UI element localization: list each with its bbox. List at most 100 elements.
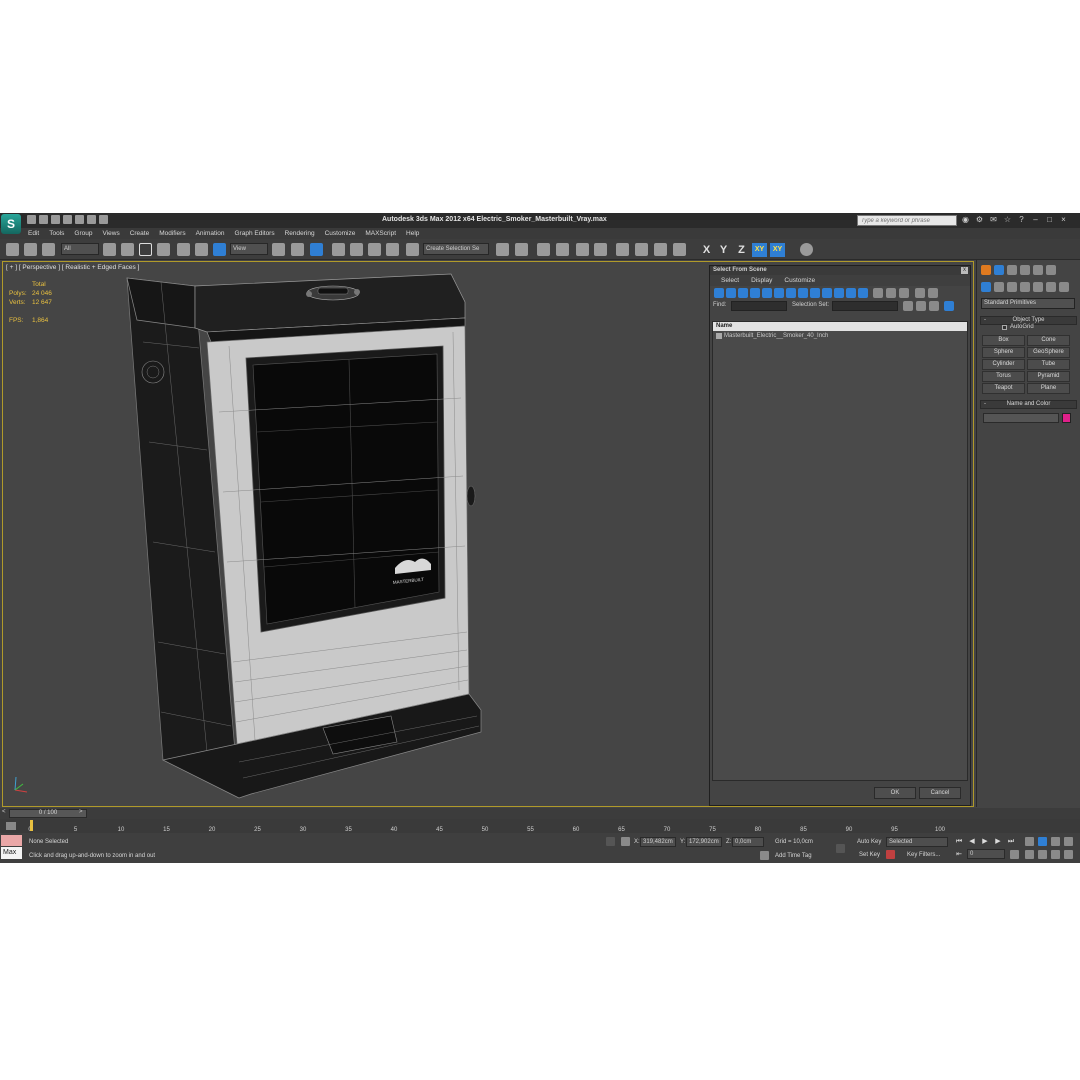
menu-views[interactable]: Views [102,229,119,238]
dialog-title[interactable]: Select From Scene [710,266,970,275]
key-filters-button[interactable]: Key Filters... [907,852,940,858]
lights-category-icon[interactable] [1007,282,1017,292]
align-icon[interactable] [515,243,528,256]
close-icon[interactable]: × [1059,215,1068,224]
selection-set-apply-icon[interactable] [944,301,954,311]
display-invert-icon[interactable] [886,288,896,298]
percent-snap-icon[interactable] [368,243,381,256]
filter-icon[interactable] [915,288,925,298]
set-key-icon[interactable] [836,844,845,853]
key-mode-toggle-icon[interactable]: ⇤ [954,850,964,859]
maxscript-listener-output[interactable] [1,835,22,846]
binoculars-icon[interactable]: ◉ [961,215,970,224]
render-setup-icon[interactable] [635,243,648,256]
axis-x-button[interactable]: X [699,243,714,257]
autogrid-checkbox[interactable]: AutoGrid [1002,324,1034,330]
utilities-tab-icon[interactable] [1046,265,1056,275]
cylinder-button[interactable]: Cylinder [982,359,1025,370]
zoom-extents-all-icon[interactable] [1064,837,1073,846]
z-coord-field[interactable]: 0,0cm [732,837,764,847]
time-configuration-icon[interactable] [1010,850,1019,859]
dialog-menu-select[interactable]: Select [721,275,739,286]
new-file-icon[interactable] [27,215,36,224]
display-groups-icon[interactable] [786,288,796,298]
selection-set-edit-icon[interactable] [929,301,939,311]
list-header-name[interactable]: Name [713,322,967,331]
primitive-type-dropdown[interactable]: Standard Primitives [981,298,1075,309]
go-to-start-icon[interactable]: ⏮ [954,837,964,846]
selection-set-remove-icon[interactable] [916,301,926,311]
ok-button[interactable]: OK [874,787,916,799]
display-none-icon[interactable] [873,288,883,298]
zoom-icon[interactable] [1025,837,1034,846]
helpers-category-icon[interactable] [1033,282,1043,292]
keyboard-shortcut-override-icon[interactable] [310,243,323,256]
edit-named-selection-icon[interactable] [406,243,419,256]
axis-y-button[interactable]: Y [716,243,731,257]
select-and-scale-icon[interactable] [213,243,226,256]
display-hidden-icon[interactable] [846,288,856,298]
menu-group[interactable]: Group [74,229,92,238]
rendered-frame-window-icon[interactable] [654,243,667,256]
mirror-icon[interactable] [496,243,509,256]
menu-help[interactable]: Help [406,229,419,238]
modify-tab-icon[interactable] [994,265,1004,275]
mini-curve-editor-icon[interactable] [6,822,16,830]
graphite-ribbon-icon[interactable] [556,243,569,256]
menu-edit[interactable]: Edit [28,229,39,238]
tube-button[interactable]: Tube [1027,359,1070,370]
shapes-category-icon[interactable] [994,282,1004,292]
sphere-button[interactable]: Sphere [982,347,1025,358]
reference-coordinate-dropdown[interactable]: View [230,243,268,255]
menu-rendering[interactable]: Rendering [285,229,315,238]
display-helpers-icon[interactable] [762,288,772,298]
bind-space-warp-icon[interactable] [42,243,55,256]
time-slider-thumb[interactable]: 0 / 100 [9,809,87,818]
x-coord-field[interactable]: 319,482cm [640,837,676,847]
select-manipulate-icon[interactable] [291,243,304,256]
y-coord-field[interactable]: 172,902cm [686,837,722,847]
field-of-view-icon[interactable] [1025,850,1034,859]
previous-frame-icon[interactable]: ◀ [967,837,977,846]
geosphere-button[interactable]: GeoSphere [1027,347,1070,358]
redo-icon[interactable] [75,215,84,224]
selection-filter-dropdown[interactable]: All [61,243,99,255]
box-button[interactable]: Box [982,335,1025,346]
ribbon-toggle-icon[interactable] [800,243,813,256]
viewport-label[interactable]: [ + ] [ Perspective ] [ Realistic + Edge… [6,264,139,271]
go-to-end-icon[interactable]: ⏭ [1006,837,1016,846]
select-and-move-icon[interactable] [177,243,190,256]
cameras-category-icon[interactable] [1020,282,1030,292]
select-and-rotate-icon[interactable] [195,243,208,256]
rectangular-selection-icon[interactable] [139,243,152,256]
cancel-button[interactable]: Cancel [919,787,961,799]
current-frame-field[interactable]: 0 [967,849,1005,859]
key-mode-dropdown[interactable]: Selected [886,837,948,847]
dropdown-arrow-icon[interactable] [99,215,108,224]
torus-button[interactable]: Torus [982,371,1025,382]
selection-set-input[interactable] [832,301,898,311]
sync-selection-icon[interactable] [899,288,909,298]
favorites-star-icon[interactable]: ☆ [1003,215,1012,224]
display-frozen-icon[interactable] [834,288,844,298]
menu-maxscript[interactable]: MAXScript [365,229,396,238]
application-menu-icon[interactable]: S [1,214,21,234]
select-by-name-icon[interactable] [121,243,134,256]
menu-create[interactable]: Create [130,229,150,238]
zoom-extents-icon[interactable] [1051,837,1060,846]
list-item[interactable]: Masterbuilt_Electric__Smoker_40_Inch [713,331,967,341]
display-lights-icon[interactable] [738,288,748,298]
pan-view-icon[interactable] [1038,850,1047,859]
communication-icon[interactable]: ✉ [989,215,998,224]
geometry-category-icon[interactable] [981,282,991,292]
project-folder-icon[interactable] [87,215,96,224]
motion-tab-icon[interactable] [1020,265,1030,275]
unlink-icon[interactable] [24,243,37,256]
select-object-icon[interactable] [103,243,116,256]
menu-modifiers[interactable]: Modifiers [159,229,185,238]
maximize-icon[interactable]: □ [1045,215,1054,224]
display-spacewarps-icon[interactable] [774,288,784,298]
find-input[interactable] [731,301,787,311]
play-icon[interactable]: ▶ [980,837,990,846]
display-tab-icon[interactable] [1033,265,1043,275]
